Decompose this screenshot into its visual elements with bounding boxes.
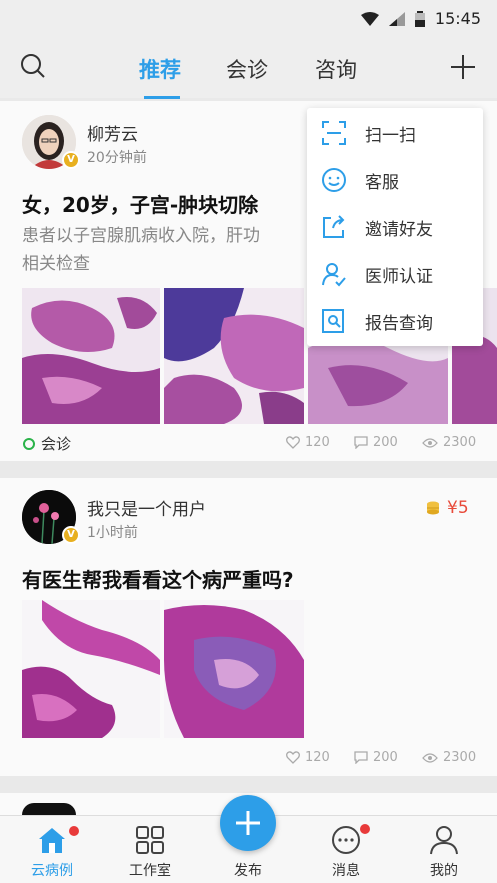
tab-inquiry[interactable]: 咨询: [315, 54, 357, 84]
comment-icon: [354, 436, 368, 449]
menu-item-report[interactable]: 报告查询: [307, 298, 483, 344]
consult-tag-label: 会诊: [41, 435, 72, 453]
battery-icon: [414, 10, 425, 27]
post-time: 20分钟前: [87, 150, 147, 166]
report-search-icon: [322, 309, 344, 333]
eye-icon: [422, 752, 438, 763]
reward-amount: ¥5: [447, 498, 469, 518]
menu-item-scan[interactable]: 扫一扫: [307, 110, 483, 156]
eye-icon: [422, 437, 438, 448]
wifi-icon: [360, 11, 379, 26]
comment-icon: [354, 751, 368, 764]
post-time: 1小时前: [87, 525, 138, 541]
tab-recommend[interactable]: 推荐: [139, 54, 181, 84]
menu-item-service[interactable]: 客服: [307, 157, 483, 203]
like-count[interactable]: 120: [286, 750, 330, 765]
scan-icon: [322, 121, 346, 145]
tab-label: 消息: [332, 863, 360, 879]
tab-active-indicator: [144, 96, 180, 99]
reward-badge: ¥5: [425, 498, 469, 518]
tab-mine[interactable]: 我的: [404, 816, 484, 883]
view-count: 2300: [422, 435, 476, 450]
post-title[interactable]: 女，20岁，子宫-肿块切除: [22, 189, 258, 218]
pathology-image[interactable]: [22, 600, 160, 738]
heart-icon: [286, 751, 300, 764]
comment-count[interactable]: 200: [354, 435, 398, 450]
avatar[interactable]: [22, 803, 76, 815]
menu-item-label: 扫一扫: [365, 126, 416, 146]
view-count-value: 2300: [443, 435, 477, 450]
search-icon[interactable]: [20, 53, 46, 79]
notification-dot: [69, 826, 79, 836]
status-icons: 15:45: [360, 9, 481, 28]
view-count-value: 2300: [443, 750, 477, 765]
post-card-2[interactable]: V 我只是一个用户 1小时前 ¥5 有医生帮我看看这个病严重吗? 120 200…: [0, 478, 497, 776]
author-name[interactable]: 柳芳云: [87, 120, 138, 145]
person-icon: [430, 826, 458, 855]
pathology-image[interactable]: [164, 288, 304, 424]
tab-studio[interactable]: 工作室: [110, 816, 190, 883]
comment-count[interactable]: 200: [354, 750, 398, 765]
tab-label: 发布: [234, 863, 262, 879]
publish-plus-button[interactable]: [220, 795, 276, 851]
menu-item-label: 医师认证: [365, 267, 433, 287]
user-verify-icon: [322, 263, 346, 287]
tab-label: 我的: [430, 863, 458, 879]
post-desc-line1: 患者以子宫腺肌病收入院，肝功: [22, 226, 260, 246]
message-icon: [332, 826, 360, 854]
home-icon: [39, 828, 65, 853]
like-count-value: 120: [305, 750, 330, 765]
tab-label: 云病例: [31, 863, 73, 879]
like-count[interactable]: 120: [286, 435, 330, 450]
post-title[interactable]: 有医生帮我看看这个病严重吗?: [22, 564, 294, 593]
heart-icon: [286, 436, 300, 449]
menu-item-verify[interactable]: 医师认证: [307, 251, 483, 297]
menu-item-label: 邀请好友: [365, 220, 433, 240]
coins-icon: [427, 501, 439, 515]
grid-icon: [136, 826, 164, 854]
comment-count-value: 200: [373, 435, 398, 450]
verified-badge-icon: V: [62, 526, 80, 544]
menu-item-label: 客服: [365, 173, 399, 193]
author-name[interactable]: 我只是一个用户: [87, 495, 206, 520]
share-icon: [323, 215, 345, 238]
comment-count-value: 200: [373, 750, 398, 765]
notification-dot: [360, 824, 370, 834]
like-count-value: 120: [305, 435, 330, 450]
verified-badge-icon: V: [62, 151, 80, 169]
plus-icon[interactable]: [450, 54, 476, 80]
menu-item-invite[interactable]: 邀请好友: [307, 204, 483, 250]
plus-dropdown-menu: 扫一扫 客服 邀请好友 医师认证 报告查询: [307, 108, 483, 346]
view-count: 2300: [422, 750, 476, 765]
circle-tag-icon: [23, 437, 35, 450]
tab-messages[interactable]: 消息: [306, 816, 386, 883]
signal-icon: [388, 11, 405, 26]
pathology-image[interactable]: [164, 600, 304, 738]
status-bar: 15:45: [0, 0, 497, 38]
top-nav-bar: 推荐 会诊 咨询: [0, 38, 497, 99]
consult-tag[interactable]: 会诊: [22, 433, 71, 454]
status-time: 15:45: [434, 9, 481, 28]
post-desc-line2: 相关检查: [22, 254, 90, 274]
smile-icon: [322, 168, 346, 192]
tab-cloud-cases[interactable]: 云病例: [12, 816, 92, 883]
tab-consultation[interactable]: 会诊: [226, 54, 268, 84]
menu-item-label: 报告查询: [365, 314, 433, 334]
plus-icon: [236, 811, 260, 835]
tab-label: 工作室: [129, 863, 171, 879]
pathology-image[interactable]: [22, 288, 160, 424]
